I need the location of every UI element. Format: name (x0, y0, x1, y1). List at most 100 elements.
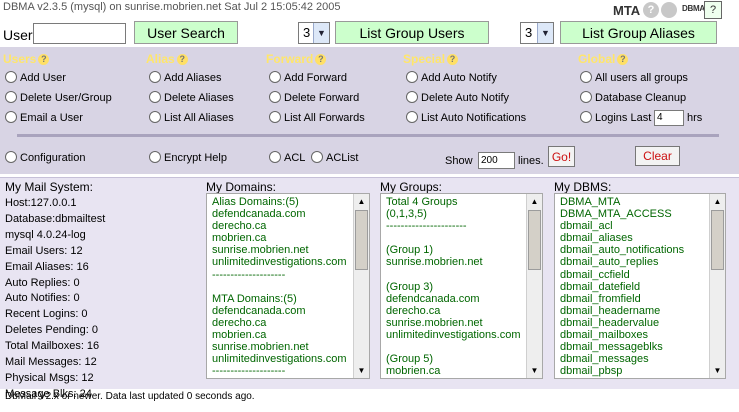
option-label: Add Forward (284, 72, 347, 84)
radio-encrypt-help[interactable]: Encrypt Help (149, 151, 227, 164)
radio-circle[interactable] (149, 71, 161, 83)
radio-list-auto-notifications[interactable]: List Auto Notifications (406, 111, 526, 124)
radio-circle[interactable] (580, 71, 592, 83)
dbms-listbox[interactable]: DBMA_MTA DBMA_MTA_ACCESS dbmail_acl dbma… (554, 193, 726, 379)
radio-circle[interactable] (311, 151, 323, 163)
radio-logins-last[interactable]: Logins Last (580, 111, 651, 124)
groups-listbox[interactable]: Total 4 Groups (0,1,3,5) ---------------… (380, 193, 543, 379)
scroll-down-icon[interactable]: ▼ (710, 363, 725, 378)
radio-circle[interactable] (580, 91, 592, 103)
radio-database-cleanup[interactable]: Database Cleanup (580, 91, 686, 104)
radio-add-aliases[interactable]: Add Aliases (149, 71, 221, 84)
radio-delete-forward[interactable]: Delete Forward (269, 91, 359, 104)
radio-all-users-all-groups[interactable]: All users all groups (580, 71, 688, 84)
scroll-up-icon[interactable]: ▲ (354, 194, 369, 209)
help-icon[interactable]: ? (617, 54, 629, 65)
list-item: dbmail_messages (560, 353, 649, 366)
radio-circle[interactable] (149, 111, 161, 123)
list-item: defendcanada.com (212, 208, 306, 221)
alias-group-select-value: 3 (525, 25, 533, 40)
help-circle-icon[interactable]: ? (643, 2, 659, 18)
stat-line: Auto Replies: 0 (5, 276, 80, 289)
user-search-input[interactable] (33, 23, 126, 44)
scroll-up-icon[interactable]: ▲ (710, 194, 725, 209)
stat-line: Host:127.0.0.1 (5, 197, 77, 209)
list-item: sunrise.mobrien.net (212, 341, 309, 354)
radio-circle[interactable] (269, 111, 281, 123)
clear-button[interactable]: Clear (635, 146, 680, 166)
settings-circle-icon[interactable] (661, 2, 677, 18)
option-label: Add Auto Notify (421, 72, 497, 84)
radio-list-all-forwards[interactable]: List All Forwards (269, 111, 365, 124)
help-icon[interactable]: ? (447, 54, 459, 65)
radio-circle[interactable] (269, 71, 281, 83)
radio-email-user[interactable]: Email a User (5, 111, 83, 124)
list-item: dbmail_headername (560, 304, 661, 317)
mail-system-title: My Mail System: (5, 180, 94, 194)
show-lines-input[interactable]: 200 (478, 152, 515, 169)
radio-configuration[interactable]: Configuration (5, 151, 85, 164)
group-select[interactable]: 3 ▼ (298, 22, 330, 44)
radio-delete-aliases[interactable]: Delete Aliases (149, 91, 234, 104)
scrollbar[interactable]: ▲ ▼ (709, 194, 725, 378)
radio-delete-auto-notify[interactable]: Delete Auto Notify (406, 91, 509, 104)
list-item: unlimitedinvestigations.com (386, 329, 521, 342)
scroll-thumb[interactable] (711, 210, 724, 270)
user-search-button[interactable]: User Search (134, 21, 238, 44)
radio-acl[interactable]: ACL (269, 151, 305, 164)
scroll-down-icon[interactable]: ▼ (354, 363, 369, 378)
list-item: dbmail_auto_replies (560, 256, 659, 269)
help-icon[interactable]: ? (315, 54, 327, 65)
radio-circle[interactable] (149, 91, 161, 103)
help-icon[interactable]: ? (176, 54, 188, 65)
mail-system-stats: Host:127.0.0.1 Database:dbmailtest mysql… (5, 196, 105, 403)
radio-circle[interactable] (149, 151, 161, 163)
users-heading: Users? (3, 52, 50, 66)
radio-circle[interactable] (5, 111, 17, 123)
scrollbar[interactable]: ▲ ▼ (353, 194, 369, 378)
help-icon[interactable]: ? (38, 54, 50, 65)
radio-circle[interactable] (269, 91, 281, 103)
global-heading-label: Global (578, 52, 616, 66)
radio-circle[interactable] (406, 111, 418, 123)
radio-delete-user-group[interactable]: Delete User/Group (5, 91, 112, 104)
option-label: List All Aliases (164, 112, 234, 124)
stat-line: Email Users: 12 (5, 244, 83, 257)
option-label: Email a User (20, 112, 83, 124)
radio-add-forward[interactable]: Add Forward (269, 71, 347, 84)
chevron-down-icon[interactable]: ▼ (313, 23, 329, 43)
list-group-users-button[interactable]: List Group Users (335, 21, 489, 44)
radio-list-all-aliases[interactable]: List All Aliases (149, 111, 234, 124)
radio-add-user[interactable]: Add User (5, 71, 66, 84)
groups-list: Total 4 Groups (0,1,3,5) ---------------… (386, 196, 521, 377)
radio-circle[interactable] (5, 71, 17, 83)
scroll-up-icon[interactable]: ▲ (527, 194, 542, 209)
list-item (386, 269, 521, 281)
radio-aclist[interactable]: ACList (311, 151, 358, 164)
radio-add-auto-notify[interactable]: Add Auto Notify (406, 71, 497, 84)
domains-listbox[interactable]: Alias Domains:(5) defendcanada.com derec… (206, 193, 370, 379)
stat-line: Recent Logins: 0 (5, 308, 88, 321)
logins-last-hours-input[interactable]: 4 (654, 110, 684, 126)
help-book-icon[interactable]: ? (704, 1, 722, 19)
scroll-thumb[interactable] (528, 210, 541, 270)
radio-circle[interactable] (580, 111, 592, 123)
radio-circle[interactable] (5, 91, 17, 103)
go-button[interactable]: Go! (548, 146, 575, 167)
stat-line: Deletes Pending: 0 (5, 324, 98, 337)
chevron-down-icon[interactable]: ▼ (537, 23, 553, 43)
list-item: dbmail_messageblks (560, 341, 663, 354)
scroll-thumb[interactable] (355, 210, 368, 270)
scroll-down-icon[interactable]: ▼ (527, 363, 542, 378)
list-item: -------------------- (212, 365, 286, 378)
list-item: -------------------- (212, 268, 286, 281)
radio-circle[interactable] (269, 151, 281, 163)
alias-group-select[interactable]: 3 ▼ (520, 22, 554, 44)
list-group-aliases-button[interactable]: List Group Aliases (560, 21, 717, 44)
radio-circle[interactable] (5, 151, 17, 163)
radio-circle[interactable] (406, 91, 418, 103)
stat-line: Email Aliases: 16 (5, 260, 89, 273)
list-item: dbmail_aliases (560, 232, 633, 245)
radio-circle[interactable] (406, 71, 418, 83)
scrollbar[interactable]: ▲ ▼ (526, 194, 542, 378)
